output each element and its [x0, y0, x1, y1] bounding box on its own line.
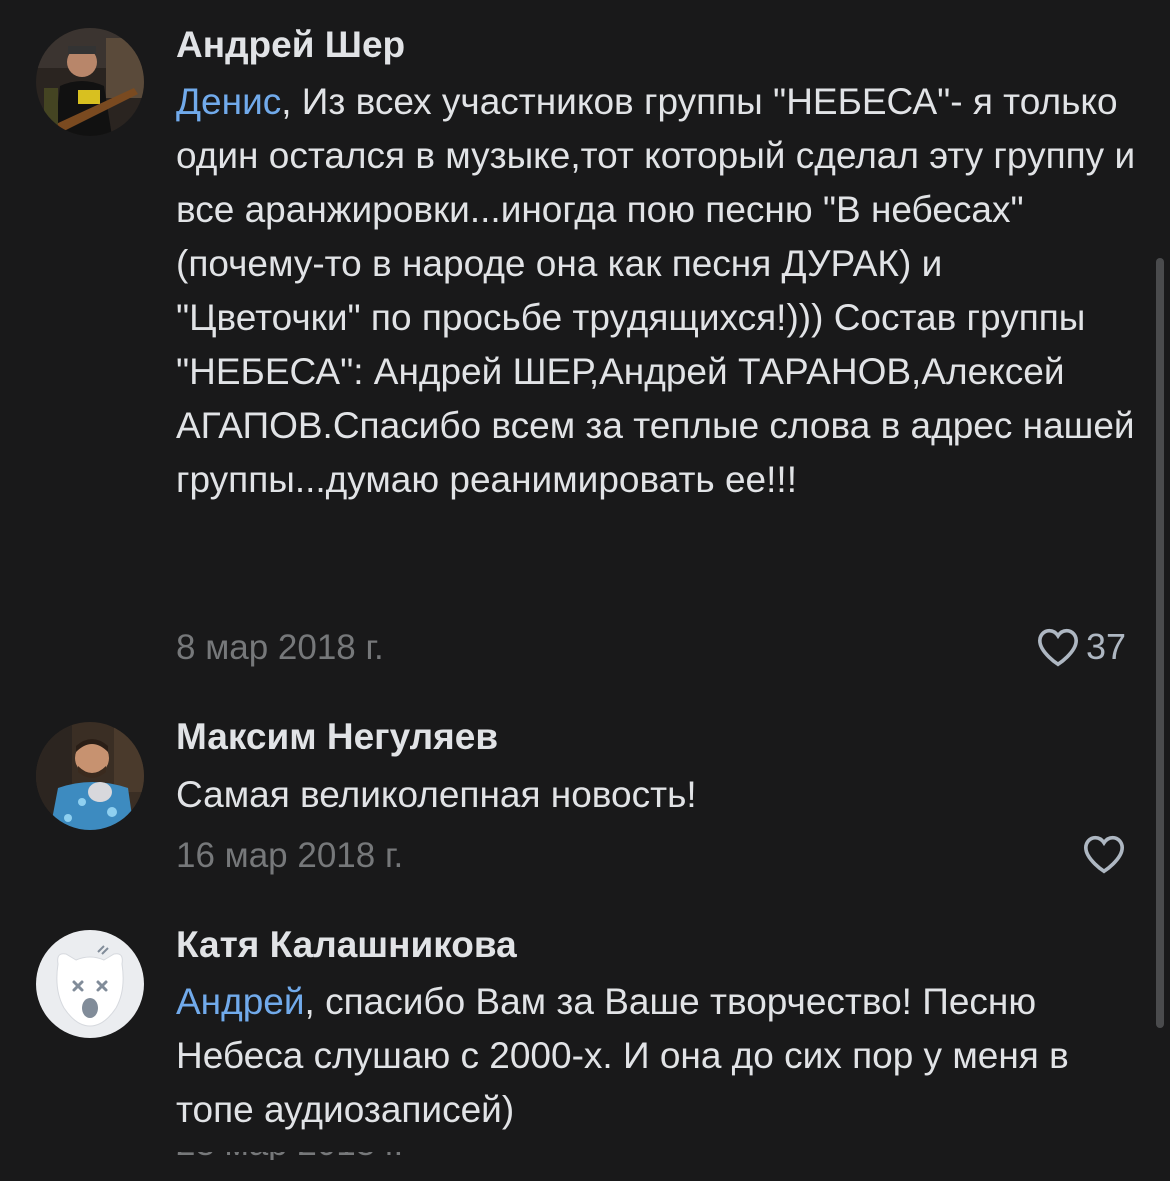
comment-author[interactable]: Максим Негуляев	[176, 716, 498, 758]
comment-author[interactable]: Андрей Шер	[176, 24, 405, 66]
comment-text: Самая великолепная новость!	[176, 768, 1136, 822]
deactivated-dog-avatar-icon	[36, 930, 144, 1038]
comment-date[interactable]: 28 мар 2018 г.	[176, 1152, 403, 1160]
comment-date-cutoff: 28 мар 2018 г.	[176, 1152, 416, 1160]
mention-link[interactable]: Андрей	[176, 981, 305, 1022]
heart-icon	[1037, 628, 1078, 667]
comment-date[interactable]: 8 мар 2018 г.	[176, 628, 384, 668]
user-photo-man-icon	[36, 722, 144, 830]
like-button[interactable]: 37	[1036, 626, 1126, 668]
comment-body: Самая великолепная новость!	[176, 774, 697, 815]
comment-date[interactable]: 16 мар 2018 г.	[176, 836, 403, 876]
comment-body: , спасибо Вам за Ваше творчество! Песню …	[176, 981, 1069, 1130]
avatar[interactable]	[36, 722, 144, 830]
comment-body: , Из всех участников группы "НЕБЕСА"- я …	[176, 81, 1136, 500]
avatar[interactable]	[36, 28, 144, 136]
user-photo-guitarist-icon	[36, 28, 144, 136]
comment-author[interactable]: Катя Калашникова	[176, 924, 517, 966]
like-button[interactable]	[1082, 834, 1126, 874]
comment-text: Денис, Из всех участников группы "НЕБЕСА…	[176, 75, 1136, 507]
comment-text: Андрей, спасибо Вам за Ваше творчество! …	[176, 975, 1136, 1137]
avatar[interactable]	[36, 930, 144, 1038]
scrollbar[interactable]	[1156, 258, 1164, 1028]
like-count: 37	[1085, 626, 1126, 667]
mention-link[interactable]: Денис	[176, 81, 281, 122]
heart-icon	[1083, 835, 1125, 874]
